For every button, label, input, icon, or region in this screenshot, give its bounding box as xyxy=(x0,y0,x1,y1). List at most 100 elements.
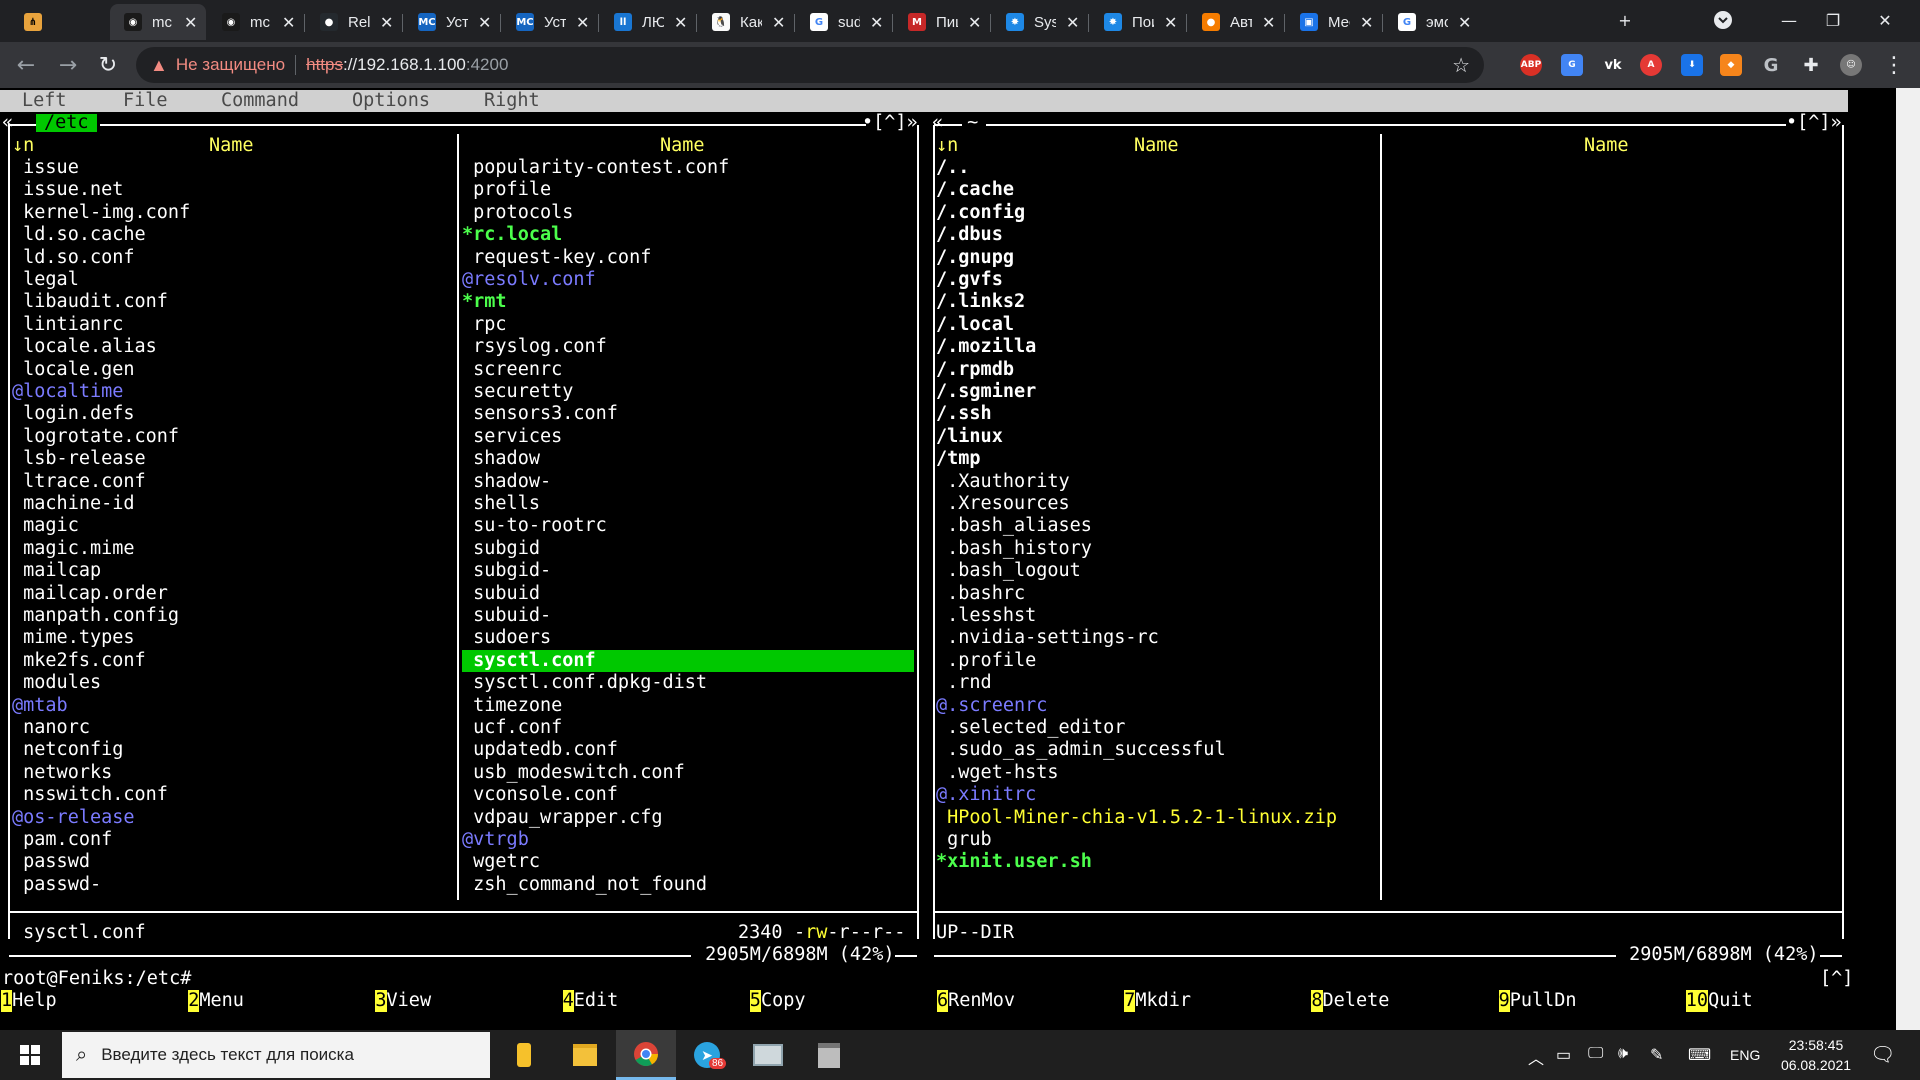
download-icon[interactable]: ⬇ xyxy=(1681,54,1703,76)
address-bar[interactable]: ▲ Не защищено https://192.168.1.100:4200… xyxy=(136,47,1484,83)
fkey-view-button[interactable]: 3View xyxy=(375,990,431,1013)
left-sort-indicator[interactable]: ↓n xyxy=(12,135,34,157)
file-entry[interactable]: protocols xyxy=(462,202,573,224)
file-entry[interactable]: shells xyxy=(462,493,540,515)
terminal[interactable]: Left File Command Options Right « /etc •… xyxy=(0,88,1920,1030)
file-entry[interactable]: subgid- xyxy=(462,560,551,582)
file-entry[interactable]: mime.types xyxy=(12,627,134,649)
file-entry[interactable]: /tmp xyxy=(936,448,981,470)
avatar-icon[interactable]: ☺ xyxy=(1840,54,1862,76)
file-entry[interactable]: mailcap.order xyxy=(12,583,168,605)
file-entry[interactable]: networks xyxy=(12,762,112,784)
fkey-mkdir-button[interactable]: 7Mkdir xyxy=(1124,990,1191,1013)
file-entry[interactable]: *rmt xyxy=(462,291,507,313)
file-entry[interactable]: screenrc xyxy=(462,359,562,381)
left-col1-header[interactable]: Name xyxy=(209,135,254,157)
battery-icon[interactable]: ▭ xyxy=(1556,1045,1571,1065)
browser-tab[interactable]: ✸ Пои ✕ xyxy=(1090,4,1186,40)
file-entry[interactable]: wgetrc xyxy=(462,851,540,873)
forward-icon[interactable]: → xyxy=(54,51,82,79)
adblock-icon[interactable]: ABP xyxy=(1520,54,1542,76)
telegram-icon[interactable]: ➤ 86 xyxy=(677,1030,737,1080)
file-entry[interactable]: ld.so.cache xyxy=(12,224,146,246)
file-entry[interactable]: .bash_logout xyxy=(936,560,1081,582)
tab-search-icon[interactable] xyxy=(1700,0,1746,40)
right-panel-path[interactable]: ~ xyxy=(956,112,989,134)
file-entry[interactable]: logrotate.conf xyxy=(12,426,179,448)
file-entry[interactable]: rpc xyxy=(462,314,506,336)
notifications-icon[interactable]: 🗨 xyxy=(1870,1042,1895,1067)
file-entry[interactable]: /linux xyxy=(936,426,1003,448)
fkey-copy-button[interactable]: 5Copy xyxy=(749,990,806,1013)
left-panel-path[interactable]: /etc xyxy=(36,113,97,132)
shell-prompt[interactable]: root@Feniks:/etc# xyxy=(2,968,191,990)
file-entry[interactable]: .Xresources xyxy=(936,493,1070,515)
file-entry[interactable]: mke2fs.conf xyxy=(12,650,146,672)
clock[interactable]: 23:58:45 06.08.2021 xyxy=(1780,1035,1852,1075)
file-entry[interactable]: /.mozilla xyxy=(936,336,1036,358)
file-entry[interactable]: issue.net xyxy=(12,179,123,201)
browser-tab[interactable]: ◉ mc ✕ xyxy=(208,4,304,40)
browser-tab[interactable]: Gэмо ✕ xyxy=(1384,4,1480,40)
file-entry[interactable]: .selected_editor xyxy=(936,717,1125,739)
google-g-icon[interactable]: G xyxy=(1760,54,1782,76)
file-entry[interactable]: su-to-rootrc xyxy=(462,515,607,537)
tab-close-icon[interactable]: ✕ xyxy=(576,13,589,32)
package-icon[interactable] xyxy=(799,1030,859,1080)
file-entry[interactable]: vdpau_wrapper.cfg xyxy=(462,807,662,829)
chrome-menu-icon[interactable]: ⋮ xyxy=(1880,51,1908,79)
file-entry[interactable]: magic xyxy=(12,515,79,537)
prompt-right-indicator[interactable]: [^] xyxy=(1820,968,1853,990)
maximize-icon[interactable]: ❐ xyxy=(1810,0,1856,40)
file-entry[interactable]: subuid xyxy=(462,583,540,605)
file-entry[interactable]: /.config xyxy=(936,202,1025,224)
file-entry[interactable]: .profile xyxy=(936,650,1036,672)
file-entry[interactable]: issue xyxy=(12,157,79,179)
menu-right[interactable]: Right xyxy=(484,90,540,112)
tab-close-icon[interactable]: ✕ xyxy=(870,13,883,32)
file-entry[interactable]: passwd- xyxy=(12,874,101,896)
file-entry[interactable]: usb_modeswitch.conf xyxy=(462,762,685,784)
browser-tab[interactable]: MC Уста ✕ xyxy=(404,4,500,40)
file-entry[interactable]: @os-release xyxy=(12,807,135,829)
file-entry[interactable]: /.rpmdb xyxy=(936,359,1014,381)
browser-tab[interactable]: ● Авт ✕ xyxy=(1188,4,1284,40)
fkey-menu-button[interactable]: 2Menu xyxy=(188,990,244,1013)
back-icon[interactable]: ← xyxy=(12,51,40,79)
file-entry[interactable]: ltrace.conf xyxy=(12,471,146,493)
file-entry[interactable]: @mtab xyxy=(12,695,68,717)
chevron-up-icon[interactable]: ︿ xyxy=(1528,1045,1544,1069)
browser-tab[interactable]: M Пиш ✕ xyxy=(894,4,990,40)
left-col2-header[interactable]: Name xyxy=(660,135,705,157)
menu-left[interactable]: Left xyxy=(22,90,67,112)
file-entry[interactable]: /.gvfs xyxy=(936,269,1003,291)
file-entry[interactable]: /.. xyxy=(936,157,969,179)
selected-file-entry[interactable]: sysctl.conf xyxy=(462,649,914,673)
network-icon[interactable]: 🖵 xyxy=(1588,1045,1603,1063)
taskbar-search-box[interactable]: ⌕ Введите здесь текст для поиска xyxy=(62,1032,490,1078)
browser-tab[interactable]: 🐧 Как ✕ xyxy=(698,4,794,40)
browser-tab[interactable]: Gsudo ✕ xyxy=(796,4,892,40)
file-entry[interactable]: sudoers xyxy=(462,627,551,649)
file-entry[interactable]: grub xyxy=(936,829,992,851)
file-explorer-icon[interactable] xyxy=(555,1030,615,1080)
file-entry[interactable]: ld.so.conf xyxy=(12,247,134,269)
translate-icon[interactable]: G xyxy=(1561,54,1583,76)
file-entry[interactable]: .lesshst xyxy=(936,605,1036,627)
file-entry[interactable]: @.screenrc xyxy=(936,695,1047,717)
file-entry[interactable]: .rnd xyxy=(936,672,992,694)
file-entry[interactable]: updatedb.conf xyxy=(462,739,618,761)
menu-command[interactable]: Command xyxy=(221,90,299,112)
file-entry[interactable]: @.xinitrc xyxy=(936,784,1036,806)
file-entry[interactable]: /.links2 xyxy=(936,291,1025,313)
pen-icon[interactable]: ✎ xyxy=(1650,1045,1663,1065)
file-entry[interactable]: locale.alias xyxy=(12,336,157,358)
file-entry[interactable]: timezone xyxy=(462,695,562,717)
tab-close-icon[interactable]: ✕ xyxy=(1262,13,1275,32)
file-entry[interactable]: pam.conf xyxy=(12,829,112,851)
right-panel-corner-right[interactable]: •[^]» xyxy=(1786,112,1842,134)
file-entry[interactable]: lsb-release xyxy=(12,448,146,470)
browser-tab[interactable]: ll ЛЮ ✕ xyxy=(600,4,696,40)
windows-start-icon[interactable] xyxy=(0,1030,60,1080)
browser-tab[interactable]: ◉ mc ✕ xyxy=(110,4,206,40)
